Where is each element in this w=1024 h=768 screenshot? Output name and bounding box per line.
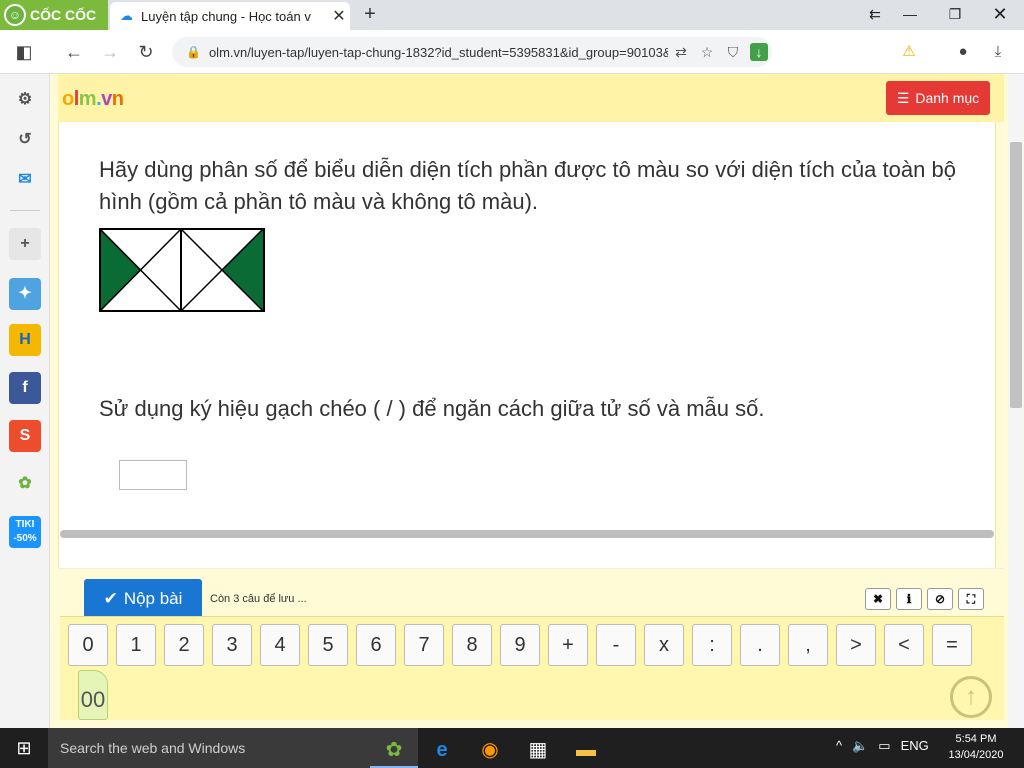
- file-explorer-icon[interactable]: ▬: [562, 732, 610, 768]
- clock-time: 5:54 PM: [955, 733, 997, 745]
- add-shortcut-icon[interactable]: +: [9, 228, 41, 260]
- reload-button[interactable]: ↻: [134, 40, 158, 64]
- maximize-button[interactable]: ❐: [940, 3, 970, 25]
- h-shortcut-icon[interactable]: H: [9, 324, 41, 356]
- close-icon[interactable]: ✖: [865, 588, 891, 610]
- download-arrow-icon[interactable]: ↓: [750, 43, 768, 61]
- edge-icon[interactable]: e: [418, 732, 466, 768]
- clock-date: 13/04/2020: [948, 749, 1004, 761]
- keypad-key[interactable]: +: [548, 624, 588, 666]
- new-tab-button[interactable]: +: [358, 3, 382, 26]
- forward-button[interactable]: →: [98, 40, 122, 64]
- settings-gear-icon[interactable]: ⚙: [9, 84, 41, 116]
- submit-button[interactable]: ✔ Nộp bài: [84, 579, 202, 619]
- cloud-icon: ☁: [120, 8, 133, 23]
- keypad-key[interactable]: =: [932, 624, 972, 666]
- keypad-key[interactable]: x: [644, 624, 684, 666]
- menu-button-label: Danh mục: [915, 90, 980, 106]
- translate-icon[interactable]: ⇄: [668, 44, 694, 61]
- back-button[interactable]: ←: [62, 40, 86, 64]
- keypad-key[interactable]: 9: [500, 624, 540, 666]
- bookmark-star-icon[interactable]: ☆: [694, 44, 720, 61]
- keypad-key[interactable]: :: [692, 624, 732, 666]
- sidebar-toggle-icon[interactable]: ◧: [12, 40, 36, 64]
- windows-start-icon[interactable]: ⊞: [0, 728, 48, 768]
- olm-logo[interactable]: olm.vn: [62, 88, 124, 111]
- firefox-icon[interactable]: ◉: [466, 732, 514, 768]
- site-header: [58, 74, 1004, 122]
- sidebar-divider: [10, 210, 40, 211]
- keypad-key[interactable]: <: [884, 624, 924, 666]
- keypad-key[interactable]: 6: [356, 624, 396, 666]
- browser-tab[interactable]: ☁ Luyện tập chung - Học toán v ✕: [110, 2, 350, 30]
- keypad-key[interactable]: ,: [788, 624, 828, 666]
- menu-button[interactable]: ☰ Danh mục: [886, 81, 990, 115]
- keypad-key[interactable]: 7: [404, 624, 444, 666]
- keypad-key[interactable]: 8: [452, 624, 492, 666]
- remaining-status: Còn 3 câu để lưu ...: [210, 593, 307, 605]
- taskbar-clock[interactable]: 5:54 PM 13/04/2020: [936, 731, 1016, 763]
- coccoc-logo-icon: ☺: [4, 4, 26, 26]
- horizontal-scrollbar[interactable]: [60, 530, 994, 538]
- list-icon: ☰: [896, 89, 910, 106]
- coccoc-leaf-icon[interactable]: ✿: [9, 468, 41, 500]
- tab-title: Luyện tập chung - Học toán v: [141, 8, 311, 24]
- url-text[interactable]: olm.vn/luyen-tap/luyen-tap-chung-1832?id…: [209, 45, 668, 60]
- language-indicator[interactable]: ENG: [901, 738, 929, 754]
- system-tray: ^ 🔈 ▭ ENG: [836, 738, 929, 754]
- keypad-key[interactable]: 1: [116, 624, 156, 666]
- browser-brand-name: CỐC CỐC: [30, 7, 97, 23]
- shaded-triangle-right: [222, 229, 263, 311]
- submit-button-label: Nộp bài: [123, 589, 183, 608]
- vertical-scrollbar-thumb[interactable]: [1010, 142, 1022, 408]
- messenger-icon[interactable]: ✉: [9, 164, 41, 196]
- restore-tabs-icon[interactable]: ⇇: [860, 3, 890, 25]
- profile-icon[interactable]: ●: [950, 40, 976, 64]
- tiki-icon[interactable]: TIKI -50%: [9, 516, 41, 548]
- keypad-key[interactable]: 4: [260, 624, 300, 666]
- address-bar[interactable]: 🔒 olm.vn/luyen-tap/luyen-tap-chung-1832?…: [172, 37, 772, 67]
- keypad-key[interactable]: -: [596, 624, 636, 666]
- history-icon[interactable]: ↺: [9, 124, 41, 156]
- browser-brand[interactable]: ☺ CỐC CỐC: [4, 4, 96, 26]
- game-shortcut-icon[interactable]: ✦: [9, 278, 41, 310]
- coccoc-taskbar-icon[interactable]: ✿: [370, 732, 418, 768]
- keypad-key[interactable]: 2: [164, 624, 204, 666]
- block-icon[interactable]: ⊘: [927, 588, 953, 610]
- keypad-key-00[interactable]: 00: [78, 670, 108, 720]
- chevron-up-icon[interactable]: ^: [836, 738, 842, 754]
- question-text: Hãy dùng phân số để biểu diễn diện tích …: [99, 157, 956, 214]
- store-icon[interactable]: ▦: [514, 732, 562, 768]
- keypad-key[interactable]: 5: [308, 624, 348, 666]
- lock-icon[interactable]: 🔒: [186, 45, 201, 59]
- shield-icon[interactable]: ⛉: [720, 44, 746, 61]
- keypad-key[interactable]: 0: [68, 624, 108, 666]
- shaded-rectangle-figure: [99, 228, 265, 312]
- keypad-key[interactable]: >: [836, 624, 876, 666]
- close-window-button[interactable]: ✕: [985, 3, 1015, 25]
- answer-input[interactable]: [119, 460, 187, 490]
- fullscreen-icon[interactable]: ⛶: [958, 588, 984, 610]
- instruction-text: Sử dụng ký hiệu gạch chéo ( / ) để ngăn …: [99, 396, 765, 421]
- check-icon: ✔: [103, 589, 118, 608]
- keypad-key[interactable]: 3: [212, 624, 252, 666]
- close-icon[interactable]: ✕: [328, 6, 350, 26]
- warning-icon[interactable]: ⚠: [896, 40, 922, 64]
- scroll-up-icon[interactable]: ↑: [950, 676, 992, 718]
- network-icon[interactable]: ▭: [878, 738, 890, 754]
- shaded-triangle-left: [100, 229, 141, 311]
- speaker-icon[interactable]: 🔈: [852, 738, 868, 754]
- minimize-button[interactable]: —: [895, 3, 925, 25]
- downloads-icon[interactable]: ⤓: [985, 40, 1011, 64]
- facebook-icon[interactable]: f: [9, 372, 41, 404]
- info-icon[interactable]: ℹ: [896, 588, 922, 610]
- shopee-icon[interactable]: S: [9, 420, 41, 452]
- keypad-key[interactable]: .: [740, 624, 780, 666]
- taskbar-search[interactable]: Search the web and Windows: [48, 728, 370, 768]
